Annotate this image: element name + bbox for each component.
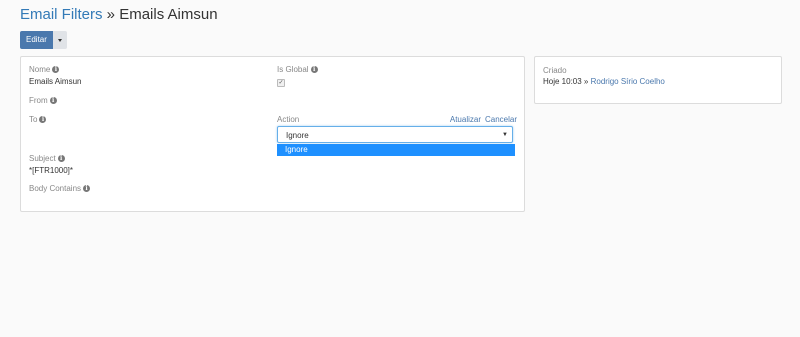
breadcrumb-separator: »: [102, 6, 120, 23]
info-icon[interactable]: i: [310, 66, 318, 73]
info-icon[interactable]: i: [49, 97, 57, 104]
is-global-checkbox[interactable]: ✓: [277, 79, 285, 87]
action-option-ignore[interactable]: Ignore: [285, 145, 308, 154]
edit-button-group: Editar: [20, 31, 67, 49]
info-icon[interactable]: i: [57, 155, 65, 162]
info-icon[interactable]: i: [39, 116, 47, 123]
created-label: Criado: [543, 66, 567, 75]
chevron-down-icon: ▼: [502, 132, 508, 138]
action-select[interactable]: Ignore ▼: [277, 126, 513, 143]
from-field-label: From i: [29, 96, 57, 105]
action-field-label: Action: [277, 115, 299, 124]
update-link[interactable]: Atualizar: [450, 115, 481, 124]
body-contains-label: Body Contains: [29, 184, 82, 193]
info-icon[interactable]: i: [83, 185, 91, 192]
created-value: Hoje 10:03 » Rodrigo Sírio Coelho: [543, 77, 665, 86]
info-icon[interactable]: i: [52, 66, 60, 73]
created-time: Hoje 10:03: [543, 77, 582, 86]
action-select-value: Ignore: [286, 131, 309, 140]
metadata-panel: Criado Hoje 10:03 » Rodrigo Sírio Coelho: [534, 56, 782, 104]
name-value: Emails Aimsun: [29, 77, 82, 86]
to-label: To: [29, 115, 38, 124]
page-title: Email Filters » Emails Aimsun: [20, 6, 218, 23]
edit-dropdown-toggle[interactable]: [52, 31, 67, 49]
action-label: Action: [277, 115, 300, 124]
name-label: Nome: [29, 65, 51, 74]
body-contains-field-label: Body Contains i: [29, 184, 91, 193]
to-field-label: To i: [29, 115, 47, 124]
action-dropdown-option[interactable]: Ignore: [277, 144, 515, 156]
from-label: From: [29, 96, 48, 105]
breadcrumb-current: Emails Aimsun: [119, 6, 218, 23]
inline-edit-actions: Atualizar Cancelar: [450, 115, 517, 124]
is-global-label: Is Global: [277, 65, 309, 74]
edit-button[interactable]: Editar: [20, 31, 53, 49]
subject-field-label: Subject i: [29, 154, 65, 163]
filter-details-panel: Nome i Emails Aimsun Is Global i ✓ From …: [20, 56, 525, 212]
cancel-link[interactable]: Cancelar: [485, 115, 517, 124]
name-field-label: Nome i: [29, 65, 60, 74]
breadcrumb-email-filters-link[interactable]: Email Filters: [20, 6, 103, 23]
is-global-field-label: Is Global i: [277, 65, 318, 74]
created-separator: »: [581, 77, 591, 86]
created-by-user-link[interactable]: Rodrigo Sírio Coelho: [591, 77, 665, 86]
subject-value: *[FTR1000]*: [29, 166, 74, 175]
subject-label: Subject: [29, 154, 56, 163]
